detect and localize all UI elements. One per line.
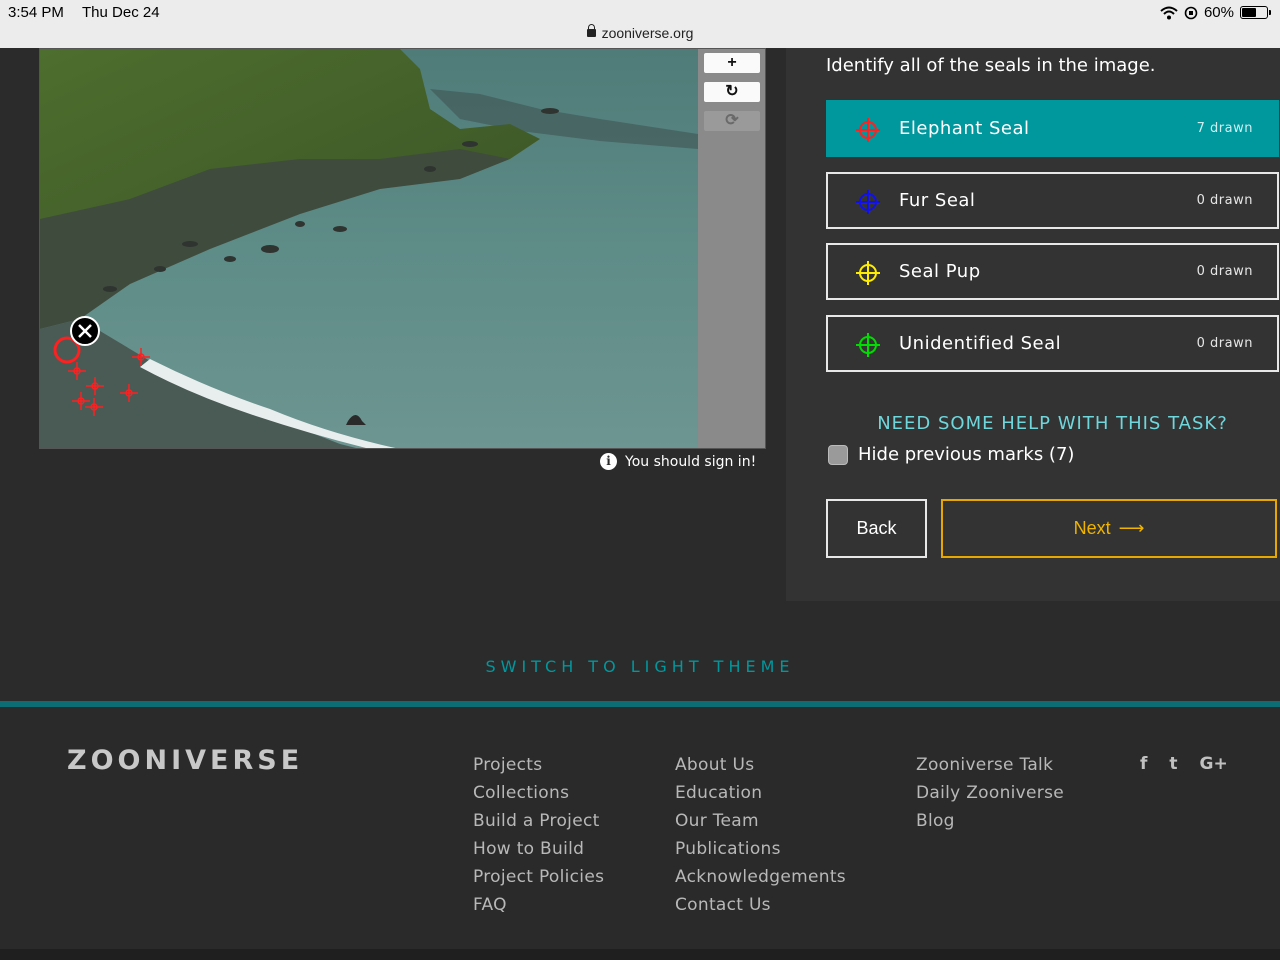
tool-count: 0 drawn [1196, 193, 1253, 208]
tool-seal-pup[interactable]: Seal Pup 0 drawn [826, 243, 1279, 300]
subject-viewer[interactable]: + ↻ ⟳ [39, 48, 766, 449]
footer-col-projects: Projects Collections Build a Project How… [473, 754, 604, 922]
tool-count: 0 drawn [1196, 336, 1253, 351]
google-plus-icon[interactable]: G+ [1200, 754, 1228, 774]
info-icon: i [600, 453, 617, 470]
footer-col-talk: Zooniverse Talk Daily Zooniverse Blog [916, 754, 1064, 838]
footer-link[interactable]: Education [675, 782, 846, 810]
help-link[interactable]: NEED SOME HELP WITH THIS TASK? [826, 413, 1279, 434]
subject-image[interactable] [40, 49, 698, 449]
footer-col-about: About Us Education Our Team Publications… [675, 754, 846, 922]
tool-unidentified-seal[interactable]: Unidentified Seal 0 drawn [826, 315, 1279, 372]
sign-in-text: You should sign in! [625, 453, 757, 470]
facebook-icon[interactable]: f [1140, 754, 1147, 774]
footer-link[interactable]: How to Build [473, 838, 604, 866]
footer-link[interactable]: Projects [473, 754, 604, 782]
ios-status-bar: 3:54 PM Thu Dec 24 zooniverse.org 60% [0, 0, 1280, 48]
rotate-button[interactable]: ↻ [704, 82, 760, 102]
footer-link[interactable]: Publications [675, 838, 846, 866]
task-instruction: Identify all of the seals in the image. [826, 55, 1156, 76]
seal-mark[interactable] [132, 348, 150, 366]
hide-marks-toggle[interactable]: Hide previous marks (7) [828, 444, 1074, 465]
seal-marks[interactable] [40, 49, 698, 449]
tool-fur-seal[interactable]: Fur Seal 0 drawn [826, 172, 1279, 229]
footer-link[interactable]: Acknowledgements [675, 866, 846, 894]
page-bottom [0, 949, 1280, 960]
footer-link[interactable]: Daily Zooniverse [916, 782, 1064, 810]
tool-count: 7 drawn [1196, 121, 1253, 136]
seal-mark[interactable] [86, 377, 104, 395]
next-label: Next [1073, 518, 1111, 538]
social-links: f t G+ [1140, 754, 1228, 774]
footer: ZOONIVERSE Projects Collections Build a … [0, 701, 1280, 949]
footer-link[interactable]: Our Team [675, 810, 846, 838]
delete-mark-icon[interactable] [70, 316, 100, 346]
status-right: 60% [1160, 4, 1271, 21]
tool-count: 0 drawn [1196, 264, 1253, 279]
tool-label: Fur Seal [899, 190, 976, 211]
hide-marks-checkbox[interactable] [828, 444, 848, 465]
battery-icon [1240, 6, 1271, 19]
crosshair-icon [856, 190, 880, 214]
seal-mark[interactable] [120, 384, 138, 402]
task-panel: Identify all of the seals in the image. … [786, 48, 1280, 601]
footer-link[interactable]: Contact Us [675, 894, 846, 922]
url-text: zooniverse.org [601, 25, 694, 41]
viewer-tools: + ↻ ⟳ [704, 53, 760, 140]
footer-link[interactable]: FAQ [473, 894, 604, 922]
tool-elephant-seal[interactable]: Elephant Seal 7 drawn [826, 100, 1279, 157]
zoom-in-button[interactable]: + [704, 53, 760, 73]
crosshair-icon [856, 261, 880, 285]
crosshair-icon [856, 118, 880, 142]
wifi-icon [1160, 6, 1178, 19]
twitter-icon[interactable]: t [1169, 754, 1177, 774]
footer-link[interactable]: Project Policies [473, 866, 604, 894]
status-date: Thu Dec 24 [82, 4, 160, 21]
footer-link[interactable]: Build a Project [473, 810, 604, 838]
crosshair-icon [856, 333, 880, 357]
footer-link[interactable]: Blog [916, 810, 1064, 838]
seal-mark[interactable] [68, 362, 86, 380]
footer-link[interactable]: Zooniverse Talk [916, 754, 1064, 782]
tool-label: Unidentified Seal [899, 333, 1062, 354]
back-button[interactable]: Back [826, 499, 927, 558]
address-bar[interactable]: zooniverse.org [0, 24, 1280, 41]
next-button[interactable]: Next ⟶ [941, 499, 1277, 558]
lock-icon [586, 24, 596, 37]
sign-in-notice[interactable]: i You should sign in! [600, 453, 756, 470]
footer-link[interactable]: Collections [473, 782, 604, 810]
battery-percent: 60% [1203, 4, 1234, 21]
tool-label: Seal Pup [899, 261, 981, 282]
orientation-lock-icon [1184, 6, 1198, 19]
arrow-right-icon: ⟶ [1118, 518, 1145, 538]
tool-label: Elephant Seal [899, 118, 1030, 139]
reset-button[interactable]: ⟳ [704, 111, 760, 131]
footer-link[interactable]: About Us [675, 754, 846, 782]
switch-theme-link[interactable]: SWITCH TO LIGHT THEME [0, 657, 1280, 676]
zooniverse-logo[interactable]: ZOONIVERSE [67, 745, 303, 776]
hide-marks-label: Hide previous marks (7) [858, 444, 1075, 465]
status-time: 3:54 PM [8, 4, 64, 21]
